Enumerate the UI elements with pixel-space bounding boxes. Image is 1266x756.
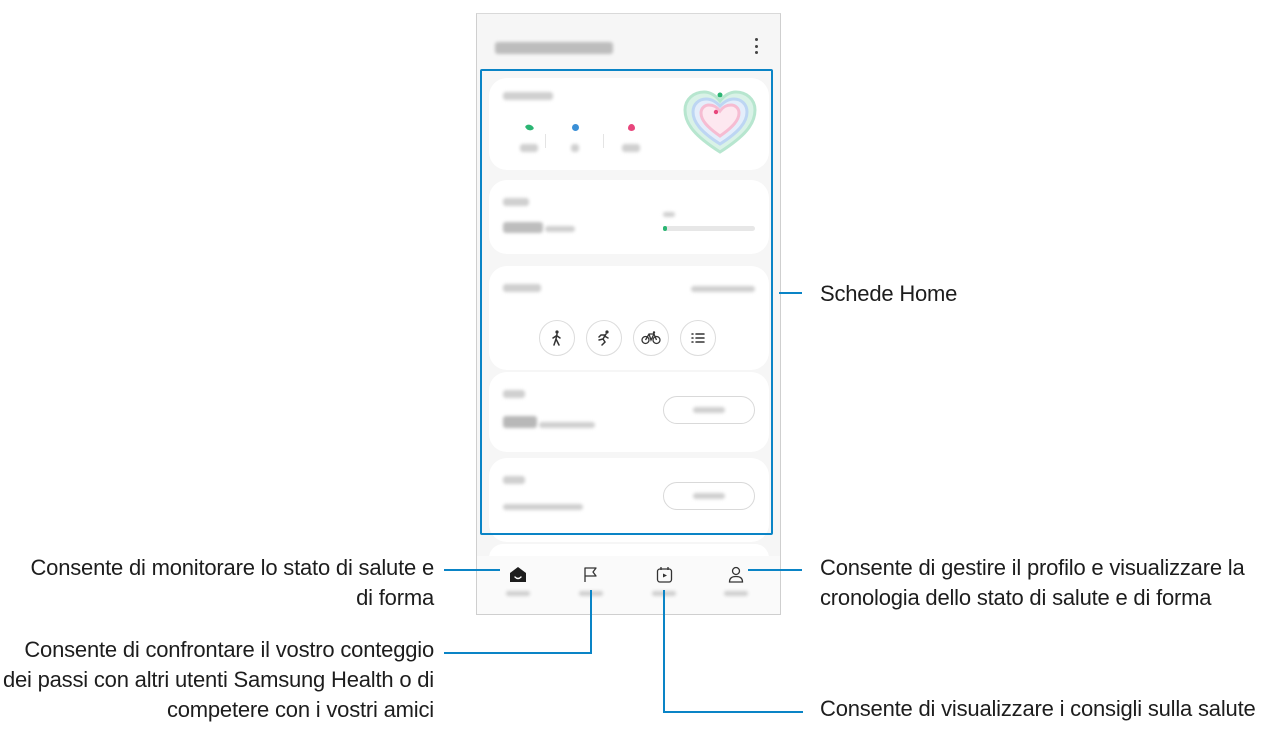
tab-home[interactable] (493, 566, 543, 606)
food-unit (539, 422, 595, 428)
phone-screen (476, 13, 781, 615)
card-title (503, 390, 525, 398)
steps-count (503, 222, 543, 233)
together-tab-leader-v (590, 590, 592, 654)
person-icon (728, 566, 744, 583)
sleep-summary (503, 504, 583, 510)
food-record-button[interactable] (663, 396, 755, 424)
home-tab-leader (444, 569, 500, 571)
discover-tab-leader-h (663, 711, 803, 713)
home-icon (510, 567, 526, 582)
run-icon[interactable] (586, 320, 622, 356)
card-title (503, 476, 525, 484)
steps-unit (545, 226, 575, 232)
food-value (503, 416, 537, 428)
steps-card[interactable] (489, 180, 769, 254)
discover-tab-leader-v (663, 590, 665, 712)
card-title (503, 92, 553, 100)
home-cards-callout: Schede Home (820, 281, 958, 306)
card-title (503, 284, 541, 292)
steps-value (520, 144, 538, 152)
tab-label (506, 591, 530, 596)
activity-heart-rings-icon (683, 90, 757, 154)
home-tab-callout: Consente di monitorare lo stato di salut… (30, 555, 434, 610)
divider (603, 134, 604, 148)
profile-tab-callout: Consente di gestire il profilo e visuali… (820, 555, 1245, 610)
flag-icon (584, 567, 597, 582)
calories-stat (611, 124, 651, 157)
steps-progress-bar (663, 226, 755, 231)
app-header (477, 14, 780, 74)
food-card[interactable] (489, 372, 769, 452)
sleep-record-button[interactable] (663, 482, 755, 510)
divider (545, 134, 546, 148)
play-calendar-icon (656, 567, 672, 583)
list-icon[interactable] (680, 320, 716, 356)
active-time-stat (555, 124, 595, 157)
steps-goal (663, 212, 675, 217)
active-time-value (571, 144, 579, 152)
sleep-card[interactable] (489, 458, 769, 542)
clock-dot-icon (571, 124, 579, 131)
home-cards-leader (779, 292, 802, 294)
discover-tab-callout: Consente di visualizzare i consigli sull… (820, 696, 1256, 721)
together-tab-callout: Consente di confrontare il vostro conteg… (2, 637, 434, 722)
calories-value (622, 144, 640, 152)
steps-progress-fill (663, 226, 667, 231)
more-vert-icon[interactable] (754, 38, 758, 54)
card-title (503, 198, 529, 206)
bottom-navigation (477, 556, 780, 614)
daily-activity-card[interactable] (489, 78, 769, 170)
view-all-link[interactable] (691, 286, 755, 292)
tab-label (724, 591, 748, 596)
flame-icon (627, 124, 635, 131)
app-title (495, 42, 613, 54)
button-label (693, 407, 725, 413)
exercise-card[interactable] (489, 266, 769, 370)
footprint-icon (524, 122, 534, 133)
bike-icon[interactable] (633, 320, 669, 356)
walk-icon[interactable] (539, 320, 575, 356)
together-tab-leader-h (444, 652, 592, 654)
steps-stat (509, 122, 549, 157)
tab-profile[interactable] (711, 566, 761, 606)
button-label (693, 493, 725, 499)
profile-tab-leader (748, 569, 802, 571)
